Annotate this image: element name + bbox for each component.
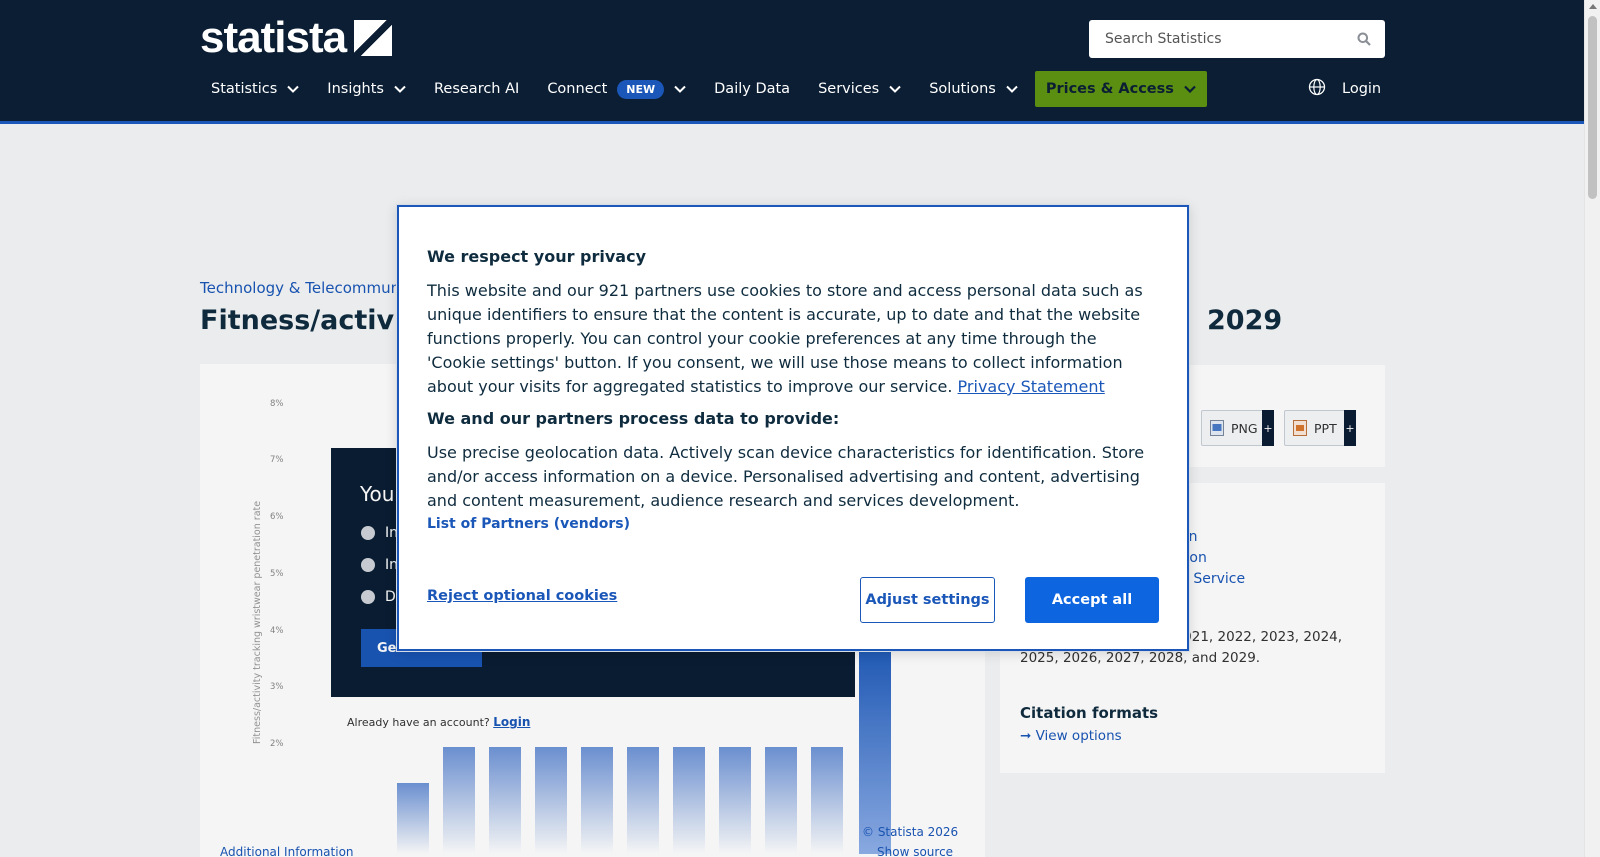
privacy-statement-link[interactable]: Privacy Statement	[958, 377, 1105, 396]
modal-subheading: We and our partners process data to prov…	[427, 409, 840, 428]
nav-connect[interactable]: Connect NEW	[536, 71, 697, 107]
nav-statistics[interactable]: Statistics	[200, 71, 310, 107]
nav-research-ai[interactable]: Research AI	[423, 71, 530, 107]
nav-prices-access-button[interactable]: Prices & Access	[1034, 71, 1207, 107]
nav-label: Daily Data	[714, 81, 791, 97]
nav-insights[interactable]: Insights	[316, 71, 417, 107]
modal-purposes: Use precise geolocation data. Actively s…	[427, 443, 1145, 510]
nav-daily-data[interactable]: Daily Data	[703, 71, 801, 107]
search-input[interactable]	[1105, 31, 1335, 47]
chevron-down-icon	[394, 85, 406, 93]
nav-label: Prices & Access	[1045, 81, 1174, 97]
logo-mark-icon	[354, 20, 393, 56]
nav-label: Services	[818, 81, 880, 97]
nav-label: Solutions	[929, 81, 996, 97]
statista-logo[interactable]: statista	[200, 13, 393, 62]
scroll-up-icon[interactable]	[1589, 4, 1597, 9]
site-header: statista Statistics Insights Research AI…	[0, 0, 1584, 124]
scrollbar-thumb[interactable]	[1588, 16, 1597, 199]
chevron-down-icon	[674, 85, 686, 93]
nav-solutions[interactable]: Solutions	[918, 71, 1029, 107]
reject-cookies-link[interactable]: Reject optional cookies	[427, 588, 617, 604]
nav-label: Connect	[547, 81, 608, 97]
search-icon[interactable]	[1357, 32, 1371, 46]
adjust-settings-button[interactable]: Adjust settings	[860, 577, 995, 623]
nav-right: Login	[1308, 71, 1381, 107]
modal-body: This website and our 921 partners use co…	[427, 279, 1157, 399]
partners-list-link[interactable]: List of Partners (vendors)	[427, 516, 630, 532]
globe-icon[interactable]	[1308, 78, 1326, 100]
nav-services[interactable]: Services	[807, 71, 912, 107]
accept-all-button[interactable]: Accept all	[1025, 577, 1159, 623]
chevron-down-icon	[1006, 85, 1018, 93]
nav-label: Statistics	[211, 81, 278, 97]
login-link[interactable]: Login	[1342, 81, 1381, 97]
logo-text: statista	[200, 13, 347, 62]
chevron-down-icon	[1184, 85, 1196, 93]
chevron-down-icon	[287, 85, 300, 93]
main-nav: Statistics Insights Research AI Connect …	[200, 71, 1207, 107]
cookie-consent-modal: We respect your privacy This website and…	[396, 204, 1190, 652]
nav-label: Insights	[327, 81, 384, 97]
scrollbar[interactable]	[1584, 0, 1600, 857]
nav-label: Research AI	[433, 81, 520, 97]
search-box	[1089, 20, 1385, 58]
new-badge: NEW	[617, 79, 665, 99]
chevron-down-icon	[889, 85, 901, 93]
modal-heading: We respect your privacy	[427, 247, 647, 266]
